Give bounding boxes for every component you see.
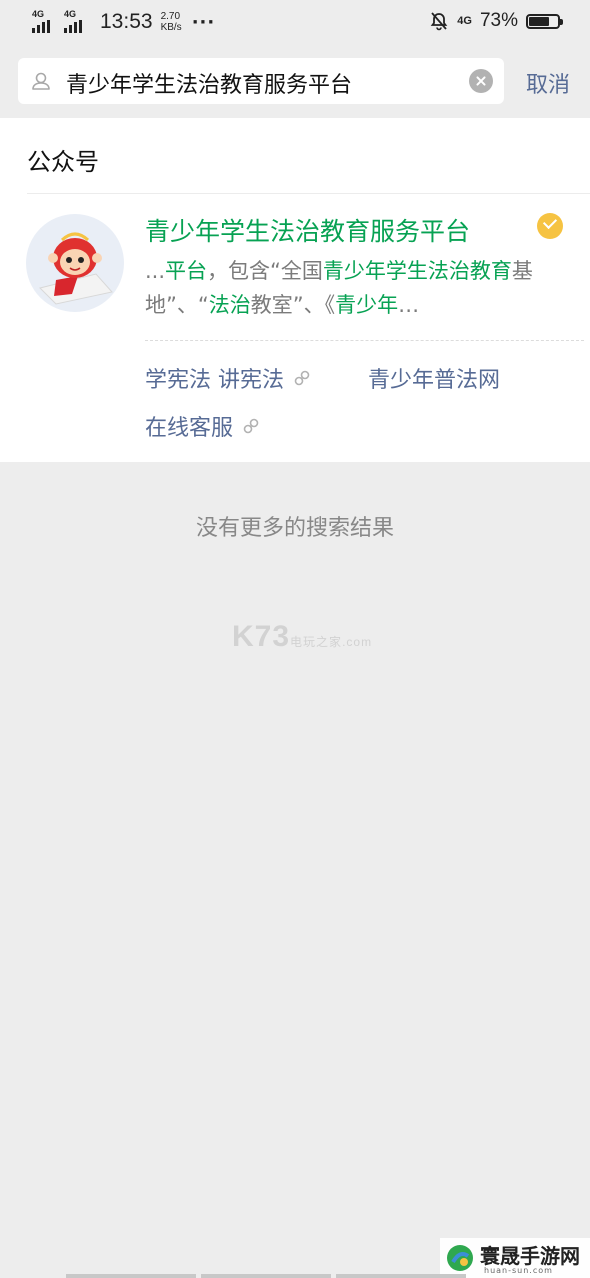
desc-text: 教室”、《 — [250, 293, 336, 317]
signal-icon: 4G — [32, 9, 58, 33]
link-qingshaonian-pufa[interactable]: 青少年普法网 — [368, 362, 500, 394]
cancel-button[interactable]: 取消 — [526, 67, 570, 99]
status-left: 4G 4G 13:53 2.70 KB/s ··· — [32, 9, 216, 34]
section-title: 公众号 — [27, 148, 99, 176]
desc-highlight: 法治 — [208, 293, 251, 317]
no-more-results: 没有更多的搜索结果 — [195, 516, 394, 541]
watermark-logo: K73 — [232, 620, 291, 653]
mini-program-icon — [243, 418, 259, 434]
link-label: 青少年普法网 — [368, 368, 501, 393]
speed-unit: KB/s — [160, 22, 182, 33]
signal-icon: 4G — [64, 9, 90, 33]
bottom-handle — [66, 1274, 466, 1278]
search-bar[interactable]: 青少年学生法治教育服务平台 — [18, 58, 504, 104]
divider — [27, 193, 590, 194]
speed-value: 2.70 — [160, 11, 181, 22]
verified-icon — [537, 213, 563, 239]
link-online-service[interactable]: 在线客服 — [145, 410, 261, 442]
corner-logo: 寰晟手游网 huan-sun.com — [440, 1238, 590, 1278]
sim1-label: 4G — [32, 9, 45, 19]
desc-text: ... — [145, 259, 166, 283]
desc-highlight: 青少年 — [335, 293, 399, 317]
contact-search-icon — [32, 72, 50, 90]
sim2-label: 4G — [64, 9, 77, 19]
watermark-sub2: .com — [342, 635, 373, 649]
mini-program-icon — [294, 370, 310, 386]
battery-percent: 73% — [479, 10, 518, 31]
avatar[interactable] — [26, 214, 124, 312]
link-xuexianfa[interactable]: 学宪法 讲宪法 — [145, 362, 312, 394]
mute-bell-icon — [430, 12, 448, 31]
desc-highlight: 平台 — [165, 259, 208, 283]
search-results: 公众号 青少年学生法治教育服务平台 ...平台，包含“全国青少年学生法治教育基地… — [0, 118, 590, 462]
link-label: 学宪法 讲宪法 — [145, 368, 284, 393]
status-bar: 4G 4G 13:53 2.70 KB/s ··· 4G 73% — [0, 0, 590, 46]
corner-logo-title: 寰晟手游网 — [480, 1244, 580, 1268]
mascot-avatar-icon — [39, 232, 113, 305]
network-speed: 2.70 KB/s — [161, 11, 182, 33]
desc-highlight: 青少年学生法治教育 — [322, 259, 512, 283]
account-name[interactable]: 青少年学生法治教育服务平台 — [145, 212, 470, 248]
desc-text: … — [398, 293, 420, 317]
dashed-divider — [145, 340, 584, 341]
clock: 13:53 — [100, 10, 153, 33]
desc-text: ，包含“全国 — [207, 259, 323, 283]
network-badge: 4G — [457, 15, 472, 27]
clear-icon[interactable] — [469, 69, 493, 93]
watermark: K73电玩之家.com — [232, 620, 372, 654]
watermark-sub1: 电玩之家 — [290, 635, 343, 649]
search-input[interactable]: 青少年学生法治教育服务平台 — [66, 67, 352, 99]
corner-logo-url: huan-sun.com — [484, 1266, 553, 1275]
site-logo-icon — [447, 1245, 473, 1271]
status-right: 4G 73% — [429, 10, 563, 32]
battery-icon — [526, 13, 563, 29]
more-notifications: ··· — [191, 11, 216, 33]
account-description[interactable]: ...平台，包含“全国青少年学生法治教育基地”、“法治教室”、《青少年… — [145, 254, 565, 322]
link-label: 在线客服 — [145, 416, 234, 441]
